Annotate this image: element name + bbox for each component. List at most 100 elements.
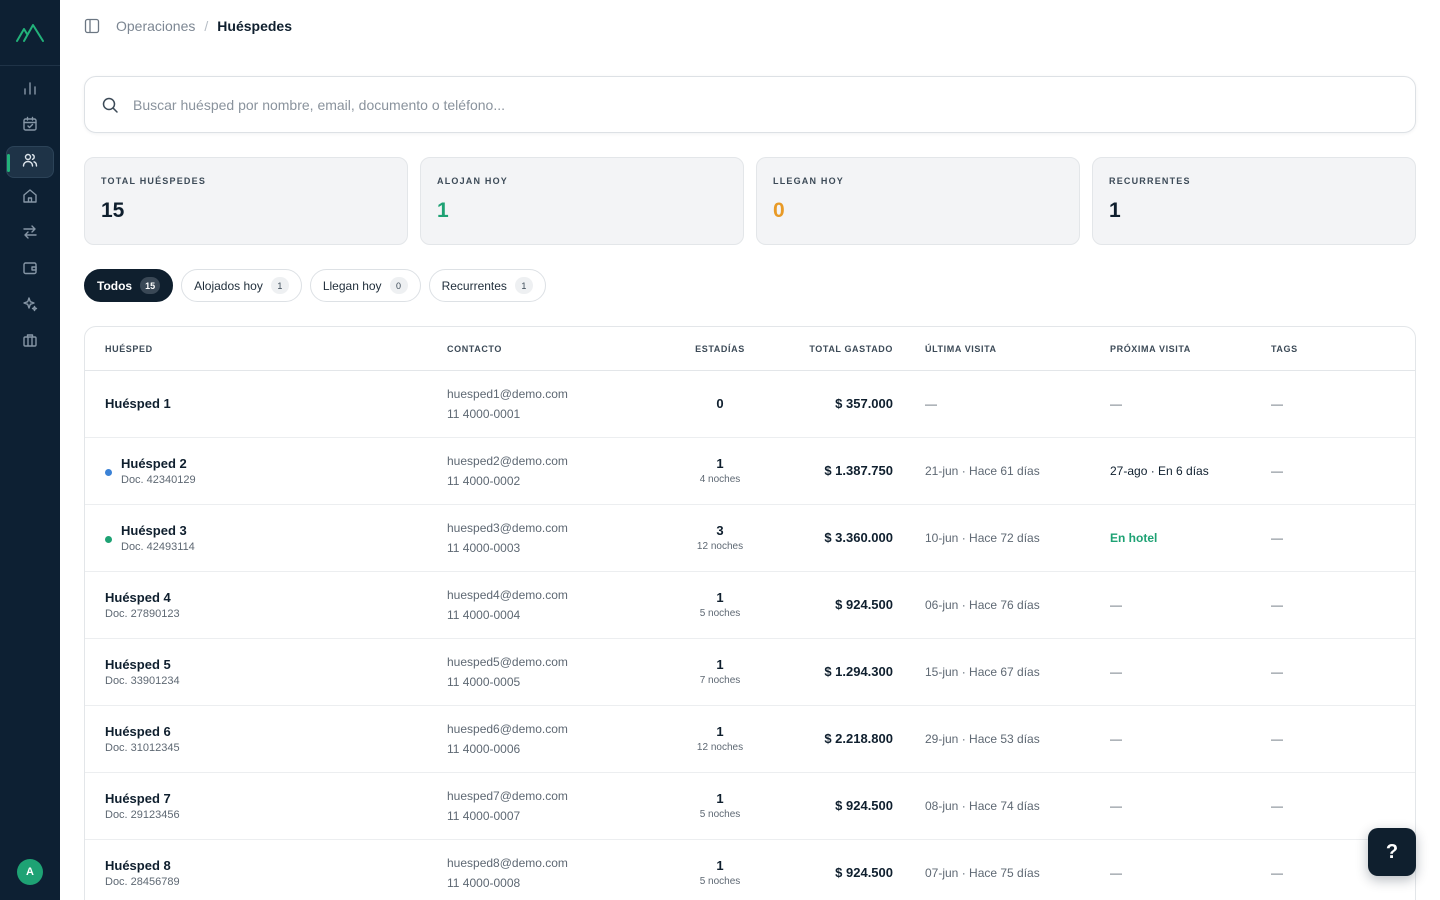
stays-cell: 1 7 noches	[680, 657, 760, 686]
total-spent: $ 924.500	[835, 798, 893, 813]
guest-email[interactable]: huesped8@demo.com	[447, 853, 568, 873]
guest-document: Doc. 42340129	[121, 474, 196, 486]
stays-count: 1	[716, 858, 724, 873]
filter-staying-today[interactable]: Alojados hoy 1	[181, 269, 302, 302]
tags: —	[1271, 799, 1283, 813]
guest-cell: Huésped 2 Doc. 42340129	[121, 456, 196, 486]
guest-name[interactable]: Huésped 6	[105, 724, 180, 739]
filter-label: Recurrentes	[441, 278, 507, 293]
guest-document: Doc. 27890123	[105, 608, 180, 620]
briefcase-icon	[22, 332, 38, 353]
table-row[interactable]: Huésped 8 Doc. 28456789 huesped8@demo.com 1…	[85, 840, 1415, 900]
guest-phone: 11 4000-0003	[447, 541, 521, 555]
column-header-next-visit[interactable]: PRÓXIMA VISITA	[1110, 344, 1191, 354]
stays-nights: 5 noches	[699, 608, 741, 619]
stays-cell: 1 4 noches	[680, 456, 760, 485]
filter-arriving-today[interactable]: Llegan hoy 0	[309, 269, 421, 302]
nav-properties[interactable]	[6, 182, 54, 214]
nav-analytics[interactable]	[6, 74, 54, 106]
calendar-check-icon	[22, 116, 38, 137]
guest-name[interactable]: Huésped 1	[105, 396, 171, 411]
stays-nights: 7 noches	[699, 675, 741, 686]
next-visit: —	[1110, 799, 1122, 813]
next-visit: En hotel	[1110, 531, 1158, 545]
column-header-last-visit[interactable]: ÚLTIMA VISITA	[925, 344, 997, 354]
guest-email[interactable]: huesped5@demo.com	[447, 652, 568, 672]
nav-finance[interactable]	[6, 254, 54, 286]
filter-all[interactable]: Todos 15	[84, 269, 174, 302]
stat-label: TOTAL HUÉSPEDES	[101, 176, 207, 186]
contact-cell: huesped8@demo.com 11 4000-0008	[447, 853, 568, 893]
guest-name[interactable]: Huésped 5	[105, 657, 180, 672]
column-header-contact[interactable]: CONTACTO	[447, 344, 502, 354]
nav-ai[interactable]	[6, 290, 54, 322]
table-row[interactable]: Huésped 1 huesped1@demo.com 11 4000-0001 0 $…	[85, 371, 1415, 438]
stays-nights: 12 noches	[696, 742, 744, 753]
sidebar-toggle-icon[interactable]	[84, 17, 102, 35]
total-spent: $ 1.387.750	[824, 463, 893, 478]
filter-label: Todos	[97, 278, 133, 293]
guest-name[interactable]: Huésped 4	[105, 590, 180, 605]
nav-business[interactable]	[6, 326, 54, 358]
page-title: Huéspedes	[217, 18, 292, 34]
tags: —	[1271, 464, 1283, 478]
table-row[interactable]: Huésped 3 Doc. 42493114 huesped3@demo.com 1…	[85, 505, 1415, 572]
stays-cell: 0	[680, 396, 760, 411]
guest-email[interactable]: huesped4@demo.com	[447, 585, 568, 605]
nav-transfers[interactable]	[6, 218, 54, 250]
guest-email[interactable]: huesped1@demo.com	[447, 384, 568, 404]
guest-phone: 11 4000-0004	[447, 608, 521, 622]
stays-nights: 5 noches	[699, 809, 741, 820]
next-visit: —	[1110, 732, 1122, 746]
last-visit: 15-jun · Hace 67 días	[925, 665, 1040, 679]
guest-name[interactable]: Huésped 7	[105, 791, 180, 806]
column-header-total-spent[interactable]: TOTAL GASTADO	[763, 344, 893, 354]
column-header-guest[interactable]: HUÉSPED	[105, 344, 153, 354]
home-icon	[22, 188, 38, 209]
stays-cell: 1 12 noches	[680, 724, 760, 753]
last-visit: 08-jun · Hace 74 días	[925, 799, 1040, 813]
guest-document: Doc. 33901234	[105, 675, 180, 687]
stat-label: LLEGAN HOY	[773, 176, 845, 186]
table-body: Huésped 1 huesped1@demo.com 11 4000-0001 0 $…	[85, 371, 1415, 900]
next-visit: —	[1110, 397, 1122, 411]
search-input[interactable]	[133, 96, 1415, 113]
filter-label: Alojados hoy	[194, 278, 263, 293]
table-row[interactable]: Huésped 7 Doc. 29123456 huesped7@demo.com 1…	[85, 773, 1415, 840]
search-bar	[84, 76, 1416, 133]
contact-cell: huesped5@demo.com 11 4000-0005	[447, 652, 568, 692]
guest-name[interactable]: Huésped 2	[121, 456, 196, 471]
arrows-swap-icon	[22, 224, 38, 245]
stays-count: 1	[716, 657, 724, 672]
column-header-tags[interactable]: TAGS	[1271, 344, 1298, 354]
nav-reservations[interactable]	[6, 110, 54, 142]
table-row[interactable]: Huésped 5 Doc. 33901234 huesped5@demo.com 1…	[85, 639, 1415, 706]
guest-cell: Huésped 3 Doc. 42493114	[121, 523, 195, 553]
column-header-stays[interactable]: ESTADÍAS	[680, 344, 760, 354]
contact-cell: huesped3@demo.com 11 4000-0003	[447, 518, 568, 558]
total-spent: $ 924.500	[835, 597, 893, 612]
tags: —	[1271, 598, 1283, 612]
stat-value: 15	[101, 199, 125, 222]
table-row[interactable]: Huésped 6 Doc. 31012345 huesped6@demo.com 1…	[85, 706, 1415, 773]
table-row[interactable]: Huésped 4 Doc. 27890123 huesped4@demo.com 1…	[85, 572, 1415, 639]
breadcrumb-parent[interactable]: Operaciones	[116, 18, 195, 34]
tags: —	[1271, 397, 1283, 411]
avatar[interactable]: A	[17, 859, 43, 885]
search-icon	[101, 96, 119, 114]
filter-recurring[interactable]: Recurrentes 1	[428, 269, 546, 302]
guest-phone: 11 4000-0007	[447, 809, 521, 823]
status-dot	[105, 536, 112, 543]
contact-cell: huesped1@demo.com 11 4000-0001	[447, 384, 568, 424]
stays-cell: 3 12 noches	[680, 523, 760, 552]
guest-email[interactable]: huesped7@demo.com	[447, 786, 568, 806]
guest-email[interactable]: huesped3@demo.com	[447, 518, 568, 538]
guest-email[interactable]: huesped2@demo.com	[447, 451, 568, 471]
guest-email[interactable]: huesped6@demo.com	[447, 719, 568, 739]
guest-name[interactable]: Huésped 3	[121, 523, 195, 538]
table-row[interactable]: Huésped 2 Doc. 42340129 huesped2@demo.com 1…	[85, 438, 1415, 505]
logo-icon[interactable]	[0, 0, 60, 66]
guest-name[interactable]: Huésped 8	[105, 858, 180, 873]
help-button[interactable]: ?	[1368, 828, 1416, 876]
nav-guests[interactable]	[6, 146, 54, 178]
